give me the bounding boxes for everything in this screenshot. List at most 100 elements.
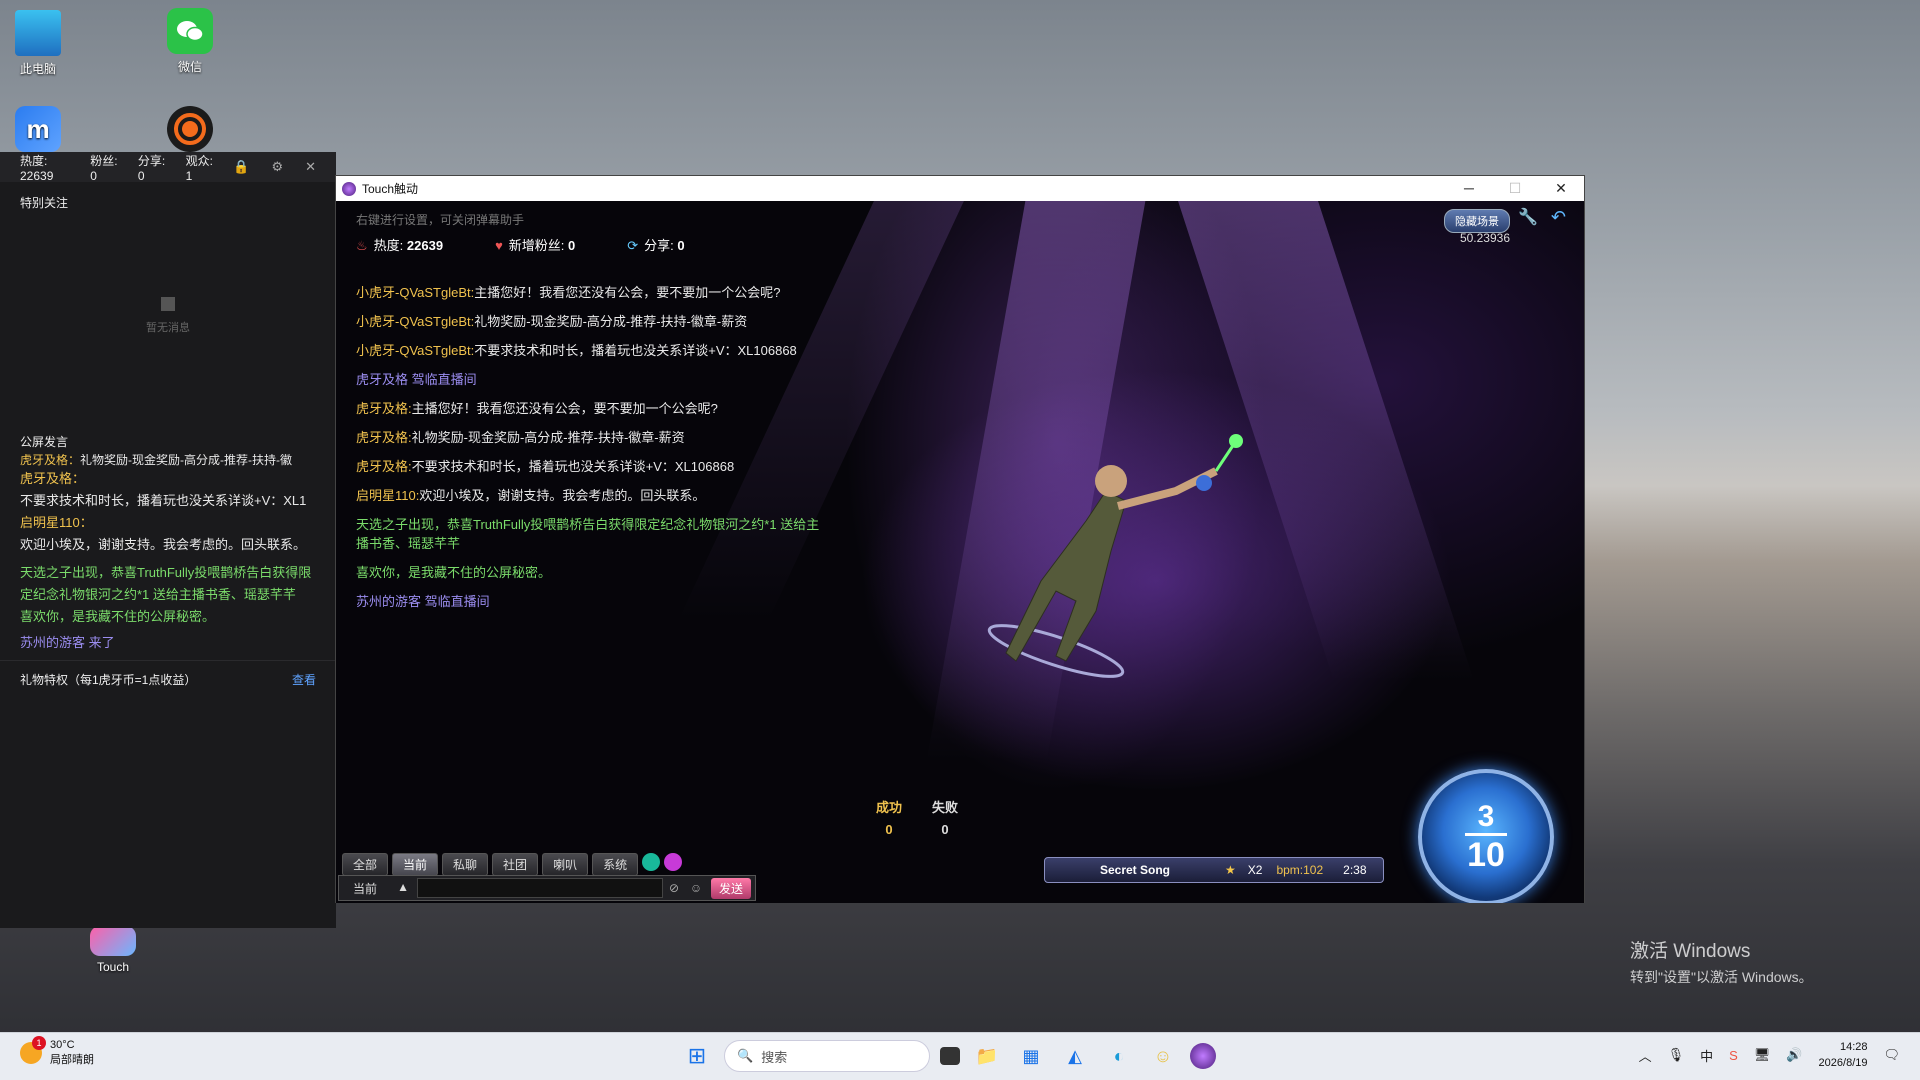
wrench-icon[interactable]: 🔧 <box>1518 207 1538 227</box>
round-counter: 3 10 <box>1418 769 1554 903</box>
weather-temp: 30°C <box>50 1039 75 1051</box>
chat-tab[interactable]: 全部 <box>342 853 389 876</box>
chat-message: 小虎牙-QVaSTgleBt:主播您好！我看您还没有公会，要不要加一个公会呢? <box>356 283 826 302</box>
heat-stat: ♨ 热度: 22639 <box>356 238 444 253</box>
chat-tab[interactable]: 系统 <box>592 853 639 876</box>
hide-scene-button[interactable]: 隐藏场景 <box>1444 209 1510 233</box>
chat-sender: 启明星110: <box>356 488 420 503</box>
weather-widget[interactable]: 1 30°C 局部晴朗 <box>20 1036 94 1067</box>
touch-taskbar-icon[interactable] <box>1190 1043 1216 1069</box>
maximize-icon[interactable]: ☐ <box>1492 180 1538 197</box>
desktop-icon-label: 微信 <box>177 60 202 74</box>
app-logo-icon <box>342 181 356 196</box>
danmaku-chat: 小虎牙-QVaSTgleBt:主播您好！我看您还没有公会，要不要加一个公会呢? 小… <box>356 283 826 621</box>
round-total: 10 <box>1467 835 1505 874</box>
system-tray: ︿ 🎙 中 S 🖥 🔊 14:28 2026/8/19 🗨 <box>1639 1039 1900 1071</box>
activation-watermark: 激活 Windows 转到"设置"以激活 Windows。 <box>1630 936 1813 987</box>
chat-input-row: 当前 ▲ ⊘ ☺ 发送 <box>338 875 756 901</box>
folder-app-icon[interactable]: ☺ <box>1146 1039 1180 1073</box>
desktop-icon-wechat[interactable]: 微信 <box>150 8 230 75</box>
chat-text: 主播您好！我看您还没有公会，要不要加一个公会呢? <box>411 401 718 416</box>
chat-tab[interactable]: 私聊 <box>442 853 489 876</box>
close-icon[interactable]: ✕ <box>305 159 316 175</box>
fps-readout: 50.23936 <box>1459 231 1510 245</box>
round-current: 3 <box>1477 799 1495 833</box>
chat-input[interactable] <box>417 878 663 898</box>
file-explorer-icon[interactable]: 📁 <box>970 1039 1004 1073</box>
view-link[interactable]: 查看 <box>292 671 316 688</box>
game-scene[interactable]: 右键进行设置，可关闭弹幕助手 ♨ 热度: 22639 ♥ 新增粉丝: 0 ⟳ 分享: … <box>336 201 1584 903</box>
list-item: 天选之子出现，恭喜TruthFully投喂鹊桥告白获得限定纪念礼物银河之约*1 … <box>20 565 312 602</box>
chat-tab[interactable]: 当前 <box>392 853 439 876</box>
edge-browser-icon[interactable]: ◐ <box>1102 1039 1136 1073</box>
list-item: 启明星110： 欢迎小埃及，谢谢支持。我会考虑的。回头联系。 <box>20 515 307 552</box>
chat-tab[interactable]: 喇叭 <box>542 853 589 876</box>
chat-sender: 小虎牙-QVaSTgleBt: <box>356 343 475 358</box>
meeting-app-icon[interactable]: ◭ <box>1058 1039 1092 1073</box>
chat-tab[interactable]: 社团 <box>492 853 539 876</box>
empty-text: 暂无消息 <box>146 322 190 334</box>
microphone-icon[interactable]: 🎙 <box>1668 1047 1685 1063</box>
chat-message: 天选之子出现，恭喜TruthFully投喂鹊桥告白获得限定纪念礼物银河之约*1 … <box>356 517 820 551</box>
channel-select[interactable]: 当前 ▲ <box>339 880 417 897</box>
success-count: 成功 0 <box>876 800 903 837</box>
public-chat-list: 虎牙及格：礼物奖励-现金奖励-高分成-推荐-扶持-徽 虎牙及格： 不要求技术和时长… <box>0 454 336 654</box>
emoji-icon[interactable]: ☺ <box>685 881 707 895</box>
input-method-icon[interactable]: 中 <box>1700 1046 1713 1065</box>
app-tray-icon[interactable]: S <box>1729 1048 1738 1063</box>
chevron-up-icon[interactable]: ︿ <box>1639 1046 1652 1065</box>
helper-hint: 右键进行设置，可关闭弹幕助手 <box>356 213 525 227</box>
public-chat-title: 公屏发言 <box>20 435 69 449</box>
send-button[interactable]: 发送 <box>710 877 751 899</box>
desktop-icon-recorder[interactable] <box>150 106 230 156</box>
empty-box-icon <box>161 297 175 311</box>
gift-privilege-title: 礼物特权（每1虎牙币=1点收益） <box>20 673 197 687</box>
clock-time: 14:28 <box>1839 1041 1868 1053</box>
windows-start-icon[interactable]: ⊞ <box>680 1039 714 1073</box>
taskbar: 1 30°C 局部晴朗 ⊞ 🔍 搜索 📁 ▦ ◭ ◐ ☺ ︿ 🎙 中 S 🖥 🔊… <box>0 1032 1920 1080</box>
touch-app-icon <box>90 926 136 956</box>
chat-text: 主播您好！我看您还没有公会，要不要加一个公会呢? <box>474 285 781 300</box>
chat-sender: 虎牙及格: <box>356 401 412 416</box>
chat-sender: 虎牙及格: <box>356 430 412 445</box>
notification-icon[interactable]: 🗨 <box>1883 1047 1900 1063</box>
chat-message: 苏州的游客 驾临直播间 <box>356 594 490 609</box>
volume-icon[interactable]: 🔊 <box>1786 1047 1802 1063</box>
taskbar-search[interactable]: 🔍 搜索 <box>724 1040 930 1072</box>
weather-sun-icon: 1 <box>20 1036 46 1064</box>
watermark-subtitle: 转到"设置"以激活 Windows。 <box>1630 969 1813 985</box>
close-icon[interactable]: ✕ <box>1538 180 1584 197</box>
lock-icon[interactable]: 🔒 <box>233 159 249 175</box>
back-icon[interactable]: ↶ <box>1551 207 1566 228</box>
emoji-picker-icon[interactable] <box>642 853 661 871</box>
clock[interactable]: 14:28 2026/8/19 <box>1819 1039 1868 1071</box>
dancer-character <box>987 434 1243 678</box>
stat-viewers: 观众: 1 <box>185 153 213 183</box>
wechat-icon <box>167 8 213 54</box>
share-stat: ⟳ 分享: 0 <box>627 238 685 253</box>
game-window: Touch触动 ─ ☐ ✕ 右键进行设置，可关闭弹幕助手 ♨ 热度: 22639 … <box>335 175 1585 903</box>
list-item: 苏州的游客 来了 <box>20 635 115 650</box>
weather-desc: 局部晴朗 <box>50 1054 94 1066</box>
desktop-icon-label: 此电脑 <box>19 62 56 76</box>
desktop-icon-this-pc[interactable]: 此电脑 <box>0 10 78 77</box>
meeting-app-icon: m <box>15 106 61 152</box>
helper-stats-bar: 热度: 22639 粉丝: 0 分享: 0 观众: 1 🔒 ⚙ ✕ <box>0 152 336 183</box>
network-icon[interactable]: 🖥 <box>1754 1047 1771 1063</box>
stat-heat: 热度: 22639 <box>20 153 54 183</box>
computer-icon <box>15 10 61 56</box>
chat-message: 虎牙及格:不要求技术和时长，播着玩也没关系详谈+V：XL106868 <box>356 457 826 476</box>
share-icon: ⟳ <box>627 238 639 253</box>
list-item: 喜欢你，是我藏不住的公屏秘密。 <box>20 609 216 624</box>
store-icon[interactable]: ▦ <box>1014 1039 1048 1073</box>
desktop-icon-meeting[interactable]: m <box>0 106 78 156</box>
minimize-icon[interactable]: ─ <box>1446 180 1492 197</box>
chat-message: 虎牙及格 驾临直播间 <box>356 372 477 387</box>
task-view-icon[interactable] <box>940 1047 960 1065</box>
gift-picker-icon[interactable] <box>664 853 683 871</box>
chat-sender: 小虎牙-QVaSTgleBt: <box>356 314 475 329</box>
settings-icon[interactable]: ⚙ <box>271 159 283 175</box>
chat-message: 小虎牙-QVaSTgleBt:礼物奖励-现金奖励-高分成-推荐-扶持-徽章-薪资 <box>356 312 826 331</box>
block-icon[interactable]: ⊘ <box>663 881 685 895</box>
desktop-icon-touch[interactable]: Touch <box>73 926 153 974</box>
